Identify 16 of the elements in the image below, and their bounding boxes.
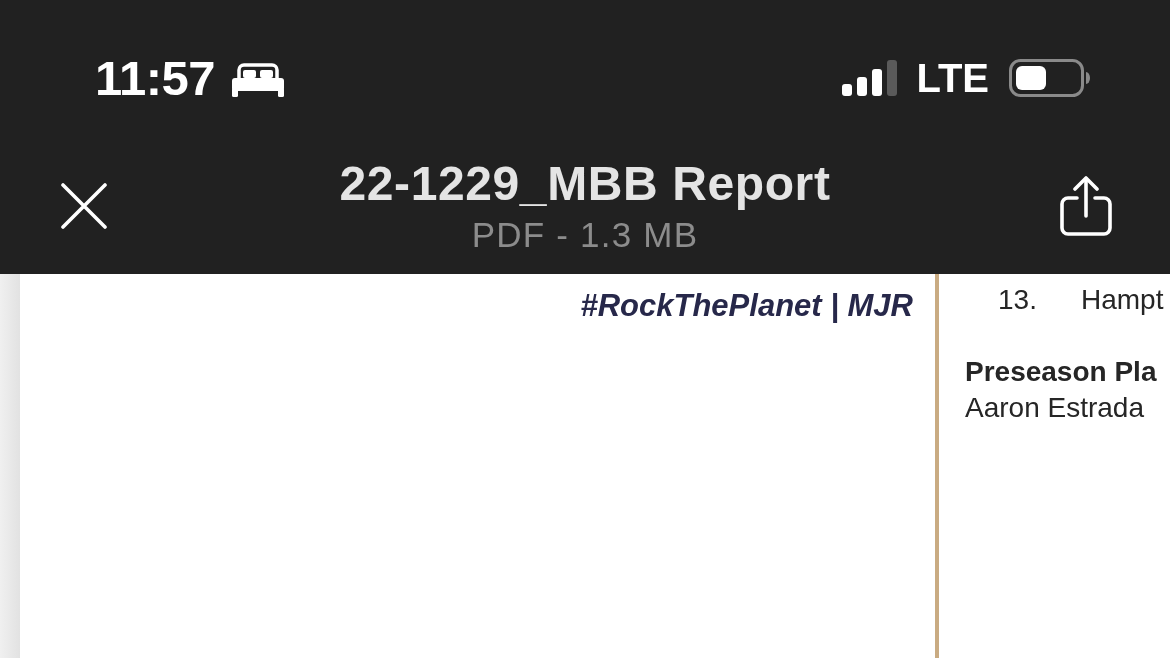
- signal-icon: [842, 60, 900, 96]
- list-item-text: Hampt: [1081, 283, 1164, 317]
- close-icon: [61, 183, 107, 229]
- tagline-text: #RockThePlanet | MJR: [580, 287, 913, 325]
- network-label: LTE: [916, 55, 989, 102]
- body-text: Aaron Estrada: [965, 391, 1145, 425]
- status-time: 11:57: [95, 50, 216, 107]
- battery-icon: [1009, 59, 1090, 97]
- document-title: 22-1229_MBB Report: [339, 157, 831, 211]
- share-icon: [1058, 176, 1114, 236]
- section-heading: Preseason Pla: [965, 355, 1158, 389]
- file-info: PDF - 1.3 MB: [471, 214, 699, 256]
- bed-icon: [232, 63, 285, 97]
- share-button[interactable]: [1058, 176, 1114, 236]
- list-number: 13.: [998, 283, 1038, 317]
- close-button[interactable]: [61, 183, 107, 229]
